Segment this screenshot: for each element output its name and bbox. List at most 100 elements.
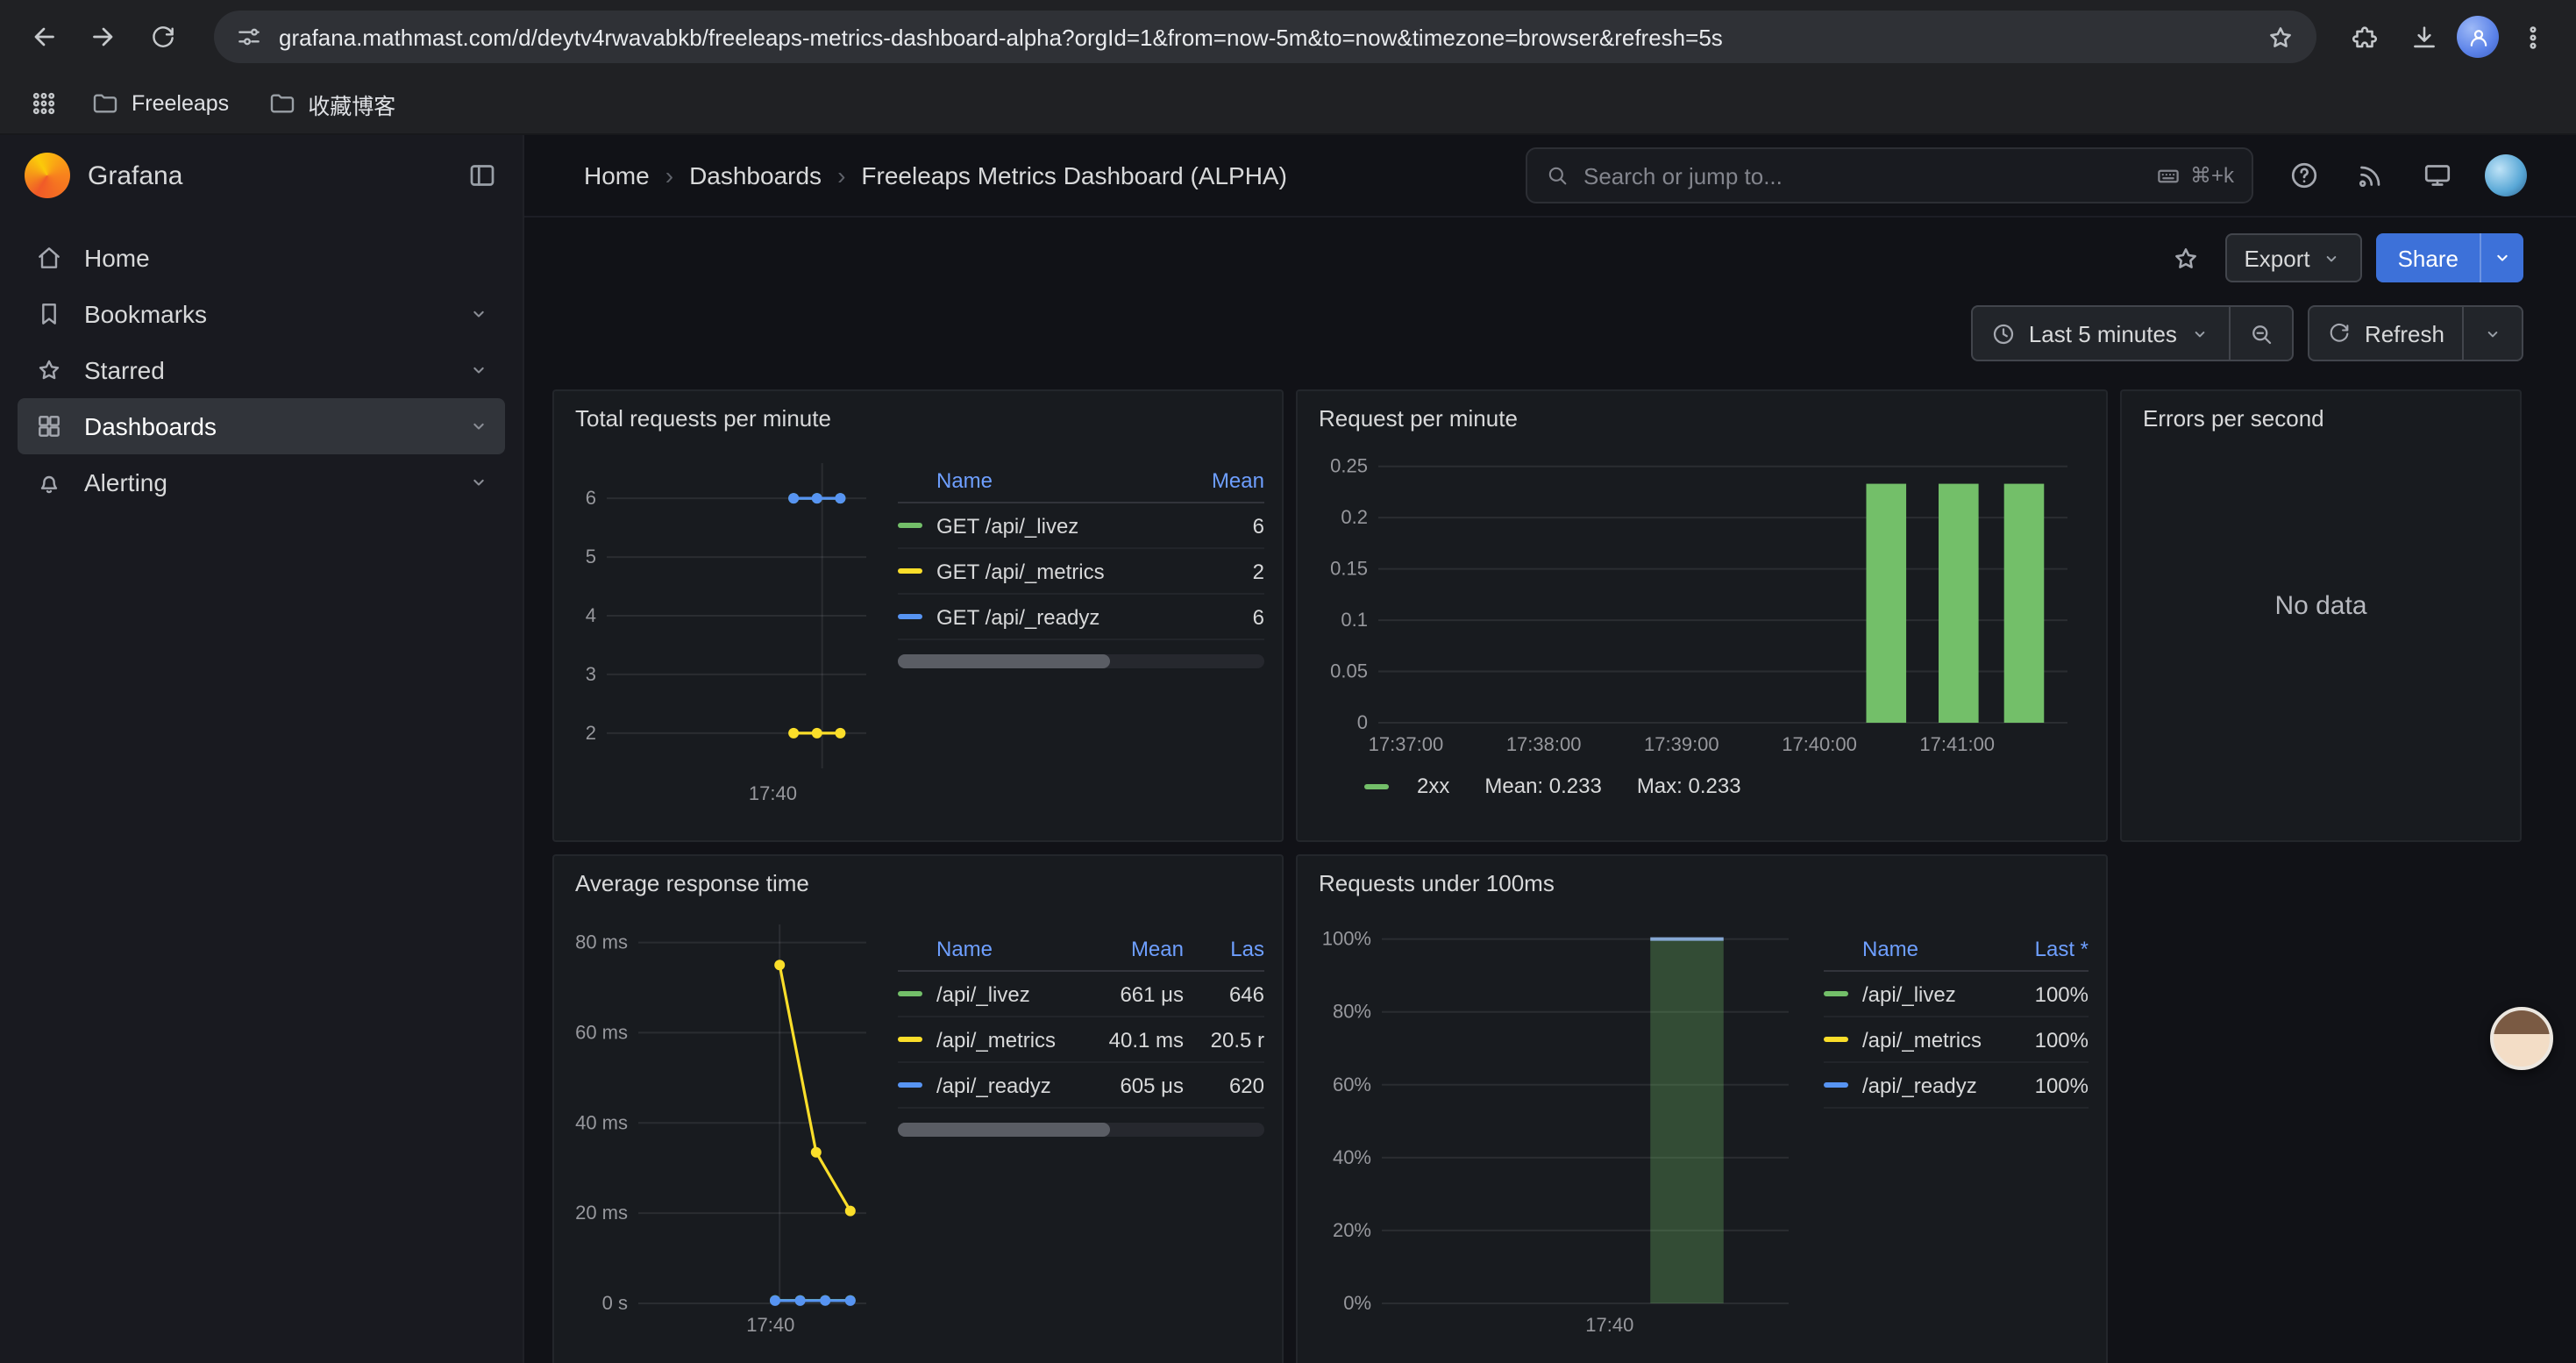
person-icon: [2465, 24, 2491, 50]
zoom-out-icon: [2249, 320, 2275, 346]
chevron-down-icon: [2490, 246, 2515, 270]
scrollbar-thumb[interactable]: [898, 654, 1110, 668]
zoom-out-button[interactable]: [2230, 307, 2293, 360]
scrollbar-thumb[interactable]: [898, 1123, 1110, 1137]
chevron-down-icon[interactable]: [466, 358, 491, 382]
sidebar-item-home[interactable]: Home: [18, 230, 505, 286]
legend-table: Name Mean GET /api/_livez 6 GET /api/_me…: [898, 460, 1264, 810]
request-per-minute-chart: 0.250.20.150.10.05017:37:0017:38:0017:39…: [1315, 439, 2089, 761]
share-split-button: Share: [2377, 233, 2523, 282]
refresh-button[interactable]: Refresh: [2310, 307, 2462, 360]
col-name[interactable]: Name: [898, 468, 1166, 493]
chevron-down-icon[interactable]: [466, 414, 491, 439]
bookmark-label: 收藏博客: [308, 87, 395, 120]
home-icon: [35, 244, 63, 272]
sidebar-item-starred[interactable]: Starred: [18, 342, 505, 398]
grafana-sidebar: Grafana Home Bookmarks Starred: [0, 135, 524, 1363]
svg-text:0%: 0%: [1343, 1292, 1371, 1314]
table-row[interactable]: /api/_readyz 100%: [1824, 1063, 2089, 1109]
table-row[interactable]: GET /api/_readyz 6: [898, 595, 1264, 640]
search-input[interactable]: Search or jump to... ⌘+k: [1526, 147, 2253, 203]
time-picker-group: Last 5 minutes: [1971, 305, 2295, 361]
bookmark-folder-blogs[interactable]: 收藏博客: [253, 82, 409, 125]
legend-header: Name Mean Las: [898, 928, 1264, 972]
downloads-button[interactable]: [2397, 11, 2450, 63]
col-name[interactable]: Name: [898, 937, 1075, 961]
browser-menu-button[interactable]: [2506, 11, 2558, 63]
time-range-picker[interactable]: Last 5 minutes: [1973, 307, 2230, 360]
address-bar[interactable]: grafana.mathmast.com/d/deytv4rwavabkb/fr…: [214, 11, 2316, 63]
sidebar-toggle-button[interactable]: [466, 160, 498, 191]
svg-text:17:41:00: 17:41:00: [1919, 733, 1995, 755]
col-last[interactable]: Last *: [2001, 937, 2089, 961]
panel-title[interactable]: Requests under 100ms: [1319, 870, 2089, 896]
assistant-avatar[interactable]: [2490, 1007, 2553, 1070]
chevron-down-icon[interactable]: [466, 302, 491, 326]
svg-text:17:40: 17:40: [1585, 1314, 1633, 1336]
svg-text:40 ms: 40 ms: [575, 1111, 628, 1133]
horizontal-scrollbar[interactable]: [898, 654, 1264, 668]
series-swatch: [898, 568, 922, 574]
grafana-logo[interactable]: [25, 153, 70, 198]
refresh-label: Refresh: [2365, 320, 2444, 346]
col-mean[interactable]: Mean: [1075, 937, 1184, 961]
share-menu-button[interactable]: [2480, 233, 2523, 282]
breadcrumb-current: Freeleaps Metrics Dashboard (ALPHA): [861, 161, 1287, 189]
total-requests-chart: 6543217:40: [572, 439, 880, 810]
svg-text:0.05: 0.05: [1330, 660, 1368, 682]
bookmark-star-icon[interactable]: [2266, 22, 2295, 52]
user-avatar[interactable]: [2485, 154, 2527, 196]
sidebar-item-label: Starred: [84, 356, 165, 384]
refresh-interval-button[interactable]: [2462, 307, 2522, 360]
table-row[interactable]: /api/_livez 661 μs 646: [898, 972, 1264, 1017]
browser-profile-avatar[interactable]: [2457, 16, 2499, 58]
site-info-icon[interactable]: [235, 23, 263, 51]
apps-grid-button[interactable]: [21, 81, 67, 126]
forward-button[interactable]: [77, 11, 130, 63]
help-button[interactable]: [2288, 160, 2320, 191]
table-row[interactable]: GET /api/_livez 6: [898, 503, 1264, 549]
sidebar-item-alerting[interactable]: Alerting: [18, 454, 505, 510]
svg-text:80 ms: 80 ms: [575, 931, 628, 953]
url-text[interactable]: grafana.mathmast.com/d/deytv4rwavabkb/fr…: [279, 24, 2250, 50]
bookmark-folder-freeleaps[interactable]: Freeleaps: [77, 84, 243, 123]
col-mean[interactable]: Mean: [1166, 468, 1264, 493]
favorite-dashboard-button[interactable]: [2170, 243, 2200, 273]
export-button[interactable]: Export: [2224, 233, 2362, 282]
breadcrumb-dashboards[interactable]: Dashboards: [689, 161, 822, 189]
table-row[interactable]: /api/_metrics 100%: [1824, 1017, 2089, 1063]
table-row[interactable]: GET /api/_metrics 2: [898, 549, 1264, 595]
puzzle-icon: [2349, 22, 2379, 52]
folder-icon: [91, 89, 119, 118]
table-row[interactable]: /api/_livez 100%: [1824, 972, 2089, 1017]
panel-title[interactable]: Average response time: [575, 870, 1264, 896]
extensions-button[interactable]: [2338, 11, 2390, 63]
kiosk-mode-button[interactable]: [2422, 160, 2453, 191]
sidebar-item-dashboards[interactable]: Dashboards: [18, 398, 505, 454]
export-label: Export: [2244, 245, 2309, 271]
reload-button[interactable]: [137, 11, 189, 63]
time-controls: Last 5 minutes Refresh: [524, 305, 2576, 361]
series-name[interactable]: 2xx: [1417, 774, 1449, 798]
svg-text:17:38:00: 17:38:00: [1506, 733, 1582, 755]
table-row[interactable]: /api/_metrics 40.1 ms 20.5 r: [898, 1017, 1264, 1063]
col-last[interactable]: Las: [1184, 937, 1264, 961]
sidebar-item-bookmarks[interactable]: Bookmarks: [18, 286, 505, 342]
chevron-down-icon[interactable]: [466, 470, 491, 495]
folder-icon: [267, 89, 295, 118]
breadcrumb-home[interactable]: Home: [584, 161, 650, 189]
panel-title[interactable]: Request per minute: [1319, 405, 2089, 432]
panel-left-icon: [466, 160, 498, 191]
panel-title[interactable]: Total requests per minute: [575, 405, 1264, 432]
table-row[interactable]: /api/_readyz 605 μs 620: [898, 1063, 1264, 1109]
under-100ms-chart: 100%80%60%40%20%0%17:40: [1315, 903, 1806, 1342]
panel-title[interactable]: Errors per second: [2143, 405, 2502, 432]
share-button[interactable]: Share: [2377, 233, 2480, 282]
svg-text:3: 3: [586, 663, 596, 685]
news-button[interactable]: [2355, 160, 2387, 191]
kebab-menu-icon: [2517, 22, 2547, 52]
col-name[interactable]: Name: [1824, 937, 2001, 961]
back-button[interactable]: [18, 11, 70, 63]
horizontal-scrollbar[interactable]: [898, 1123, 1264, 1137]
bell-icon: [35, 468, 63, 496]
